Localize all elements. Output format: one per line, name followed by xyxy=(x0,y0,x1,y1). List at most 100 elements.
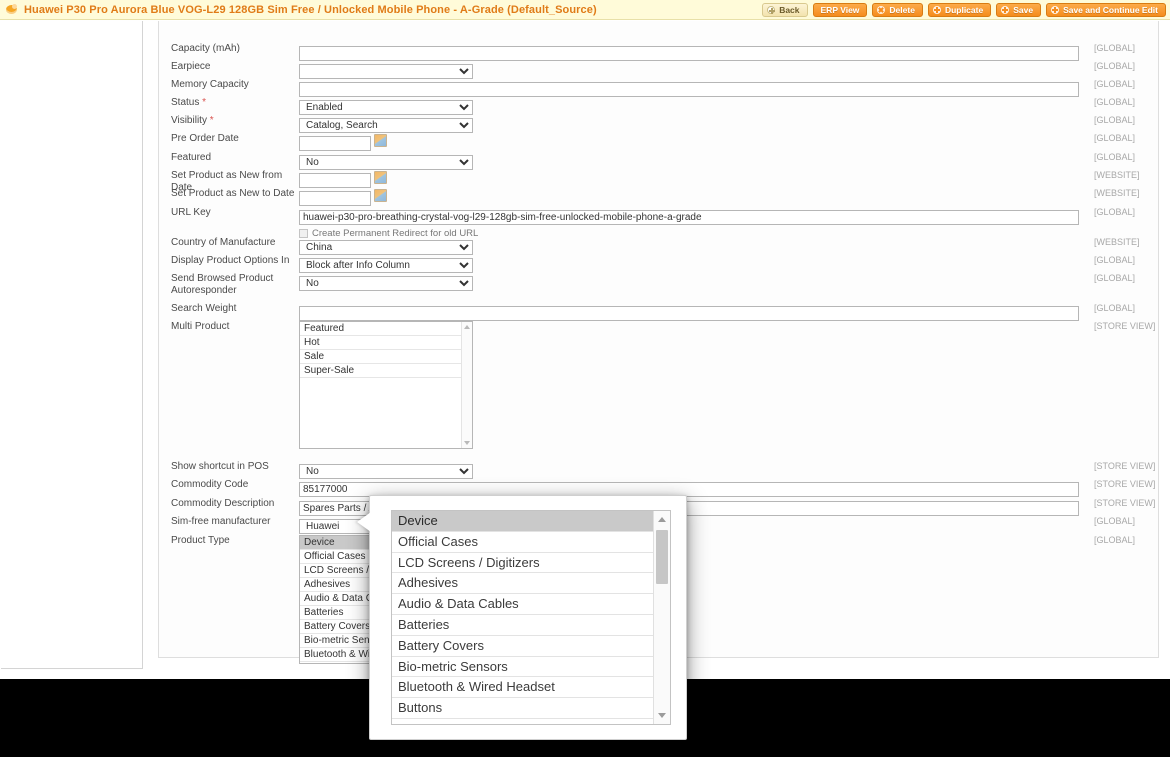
attribute-control: No xyxy=(299,152,473,170)
attribute-scope: [GLOBAL] xyxy=(1094,133,1136,143)
list-item[interactable]: Featured xyxy=(300,322,472,336)
magnified-list-item[interactable]: Adhesives xyxy=(392,573,670,595)
duplicate-button[interactable]: Duplicate xyxy=(927,3,992,17)
attribute-control: Create Permanent Redirect for old URL xyxy=(299,207,1079,239)
calendar-icon[interactable] xyxy=(374,189,387,202)
attribute-scope: [GLOBAL] xyxy=(1094,79,1136,89)
magnified-list-item[interactable]: LCD Screens / Digitizers xyxy=(392,553,670,574)
magnified-list-item[interactable]: Device xyxy=(392,511,670,532)
sidebar-panel xyxy=(1,21,143,669)
product-globe-icon xyxy=(6,3,18,16)
save-button-label: Save xyxy=(1013,4,1034,15)
attribute-label: Pre Order Date xyxy=(171,133,239,144)
scroll-down-arrow-icon[interactable] xyxy=(658,713,666,718)
list-item[interactable]: Hot xyxy=(300,336,472,350)
scroll-down-arrow-icon[interactable] xyxy=(464,441,470,445)
attribute-scope: [STORE VIEW] xyxy=(1094,461,1156,471)
magnified-select-popup[interactable]: Device Official Cases LCD Screens / Digiti… xyxy=(369,495,687,740)
attribute-scope: [STORE VIEW] xyxy=(1094,479,1156,489)
attribute-select[interactable]: No xyxy=(299,155,473,170)
required-asterisk: * xyxy=(206,115,214,126)
attribute-date-input[interactable] xyxy=(299,173,371,188)
attribute-label: Commodity Description xyxy=(171,498,275,509)
magnified-list-item[interactable]: Bluetooth & Wired Headset xyxy=(392,677,670,699)
multi-product-scope: [STORE VIEW] xyxy=(1094,321,1156,331)
attribute-text-input[interactable] xyxy=(299,46,1079,61)
attribute-scope: [GLOBAL] xyxy=(1094,207,1136,217)
attribute-scope: [GLOBAL] xyxy=(1094,115,1136,125)
attribute-control: Enabled xyxy=(299,97,473,115)
magnified-list-item[interactable]: Buttons xyxy=(392,698,670,719)
attribute-control: China xyxy=(299,237,473,255)
back-button-label: Back xyxy=(779,4,800,15)
url-key-input[interactable] xyxy=(299,210,1079,225)
scrollbar-thumb[interactable] xyxy=(656,530,668,584)
magnified-option-list[interactable]: Device Official Cases LCD Screens / Digiti… xyxy=(391,510,671,725)
attribute-label: Status * xyxy=(171,97,207,108)
attribute-control xyxy=(299,43,1079,61)
duplicate-button-label: Duplicate xyxy=(944,4,984,15)
page-header: Huawei P30 Pro Aurora Blue VOG-L29 128GB… xyxy=(0,0,1170,20)
attribute-control xyxy=(299,188,387,206)
back-button[interactable]: Back xyxy=(762,3,808,17)
attribute-label: Send Browsed Product Autoresponder xyxy=(171,273,274,296)
magnified-scrollbar[interactable] xyxy=(653,511,670,724)
erp-view-button[interactable]: ERP View xyxy=(812,3,868,17)
attribute-label: Set Product as New to Date xyxy=(171,188,295,199)
erp-view-button-label: ERP View xyxy=(820,4,860,15)
save-and-continue-label: Save and Continue Edit xyxy=(1063,4,1158,15)
attribute-text-input[interactable] xyxy=(299,306,1079,321)
attribute-scope: [WEBSITE] xyxy=(1094,188,1140,198)
attribute-control xyxy=(299,303,1079,321)
attribute-select[interactable] xyxy=(299,64,473,79)
attribute-select[interactable]: Block after Info Column xyxy=(299,258,473,273)
list-item[interactable]: Sale xyxy=(300,350,472,364)
delete-button-label: Delete xyxy=(889,4,915,15)
multi-product-listbox[interactable]: Featured Hot Sale Super-Sale xyxy=(299,321,473,449)
calendar-icon[interactable] xyxy=(374,171,387,184)
attribute-scope: [STORE VIEW] xyxy=(1094,498,1156,508)
save-button[interactable]: Save xyxy=(996,3,1042,17)
magnified-list-item[interactable]: Audio & Data Cables xyxy=(392,594,670,615)
attribute-date-input[interactable] xyxy=(299,191,371,206)
list-item[interactable]: Super-Sale xyxy=(300,364,472,378)
attribute-control xyxy=(299,61,473,79)
duplicate-icon xyxy=(932,6,941,14)
attribute-scope: [GLOBAL] xyxy=(1094,273,1136,283)
magnified-list-item[interactable]: Official Cases xyxy=(392,532,670,553)
multi-product-scrollbar[interactable] xyxy=(461,322,472,448)
attribute-label: Visibility * xyxy=(171,115,214,126)
multi-product-label: Multi Product xyxy=(171,321,230,332)
attribute-label: Sim-free manufacturer xyxy=(171,516,271,527)
save-and-continue-edit-button[interactable]: Save and Continue Edit xyxy=(1046,3,1166,17)
product-type-scope: [GLOBAL] xyxy=(1094,535,1136,545)
attribute-label: Search Weight xyxy=(171,303,237,314)
required-asterisk: * xyxy=(199,97,207,108)
attribute-scope: [GLOBAL] xyxy=(1094,43,1136,53)
calendar-icon[interactable] xyxy=(374,134,387,147)
attribute-text-input[interactable] xyxy=(299,82,1079,97)
attribute-select[interactable]: China xyxy=(299,240,473,255)
attribute-select[interactable]: No xyxy=(299,464,473,479)
magnified-options: Device Official Cases LCD Screens / Digiti… xyxy=(392,511,670,719)
magnified-list-item[interactable]: Bio-metric Sensors xyxy=(392,657,670,678)
attribute-select[interactable]: Catalog, Search xyxy=(299,118,473,133)
attribute-control: Block after Info Column xyxy=(299,255,473,273)
magnified-list-item[interactable]: Battery Covers xyxy=(392,636,670,657)
attribute-scope: [WEBSITE] xyxy=(1094,170,1140,180)
attribute-select[interactable]: Enabled xyxy=(299,100,473,115)
scroll-up-arrow-icon[interactable] xyxy=(658,517,666,522)
attribute-control: Catalog, Search xyxy=(299,115,473,133)
attribute-control xyxy=(299,133,387,151)
attribute-control: No xyxy=(299,461,473,479)
attribute-control: No xyxy=(299,273,473,291)
delete-button[interactable]: Delete xyxy=(872,3,923,17)
scroll-up-arrow-icon[interactable] xyxy=(464,325,470,329)
attribute-label: Show shortcut in POS xyxy=(171,461,269,472)
product-type-label: Product Type xyxy=(171,535,230,546)
attribute-scope: [GLOBAL] xyxy=(1094,255,1136,265)
attribute-select[interactable]: No xyxy=(299,276,473,291)
magnified-list-item[interactable]: Batteries xyxy=(392,615,670,636)
attribute-control xyxy=(299,79,1079,97)
attribute-date-input[interactable] xyxy=(299,136,371,151)
